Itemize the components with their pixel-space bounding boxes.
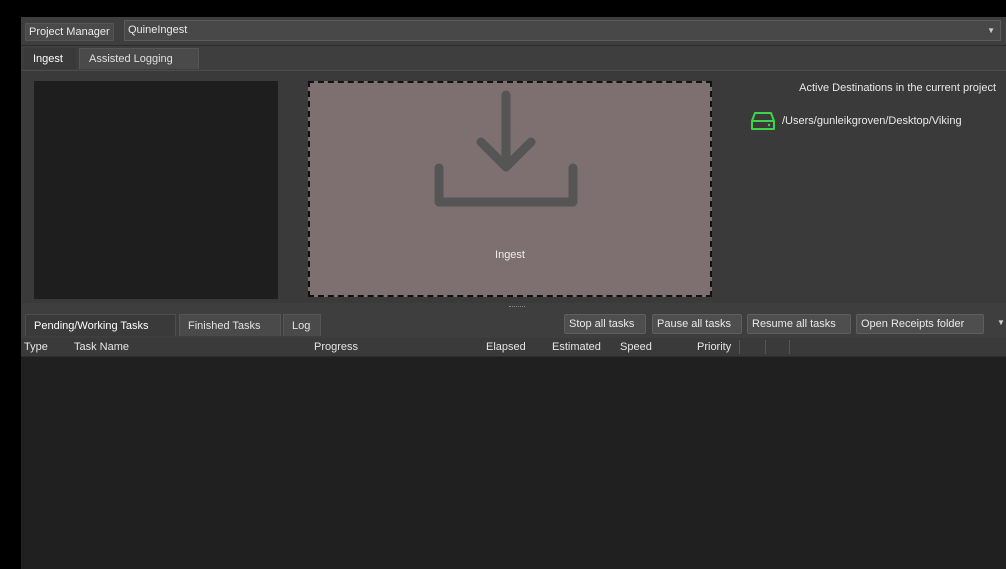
project-name: QuineIngest: [128, 24, 188, 36]
task-table-body: [21, 357, 1006, 569]
top-bar: Project Manager QuineIngest ▼: [21, 17, 1006, 46]
download-icon: [434, 90, 578, 207]
splitter-grip[interactable]: [509, 306, 525, 309]
project-manager-label: Project Manager: [25, 23, 114, 41]
ingest-panel: Ingest Active Destinations in the curren…: [21, 70, 1006, 303]
panel-splitter[interactable]: [21, 303, 1006, 313]
tab-log[interactable]: Log: [283, 314, 321, 336]
stop-all-tasks-button[interactable]: Stop all tasks: [564, 314, 646, 334]
preview-pane: [34, 81, 278, 299]
project-select[interactable]: QuineIngest ▼: [124, 20, 1001, 41]
resume-all-tasks-button[interactable]: Resume all tasks: [747, 314, 851, 334]
column-type[interactable]: Type: [24, 338, 48, 356]
column-task-name[interactable]: Task Name: [74, 338, 129, 356]
column-priority[interactable]: Priority: [697, 338, 731, 356]
column-estimated[interactable]: Estimated: [552, 338, 601, 356]
column-divider: [739, 340, 740, 354]
column-progress[interactable]: Progress: [314, 338, 358, 356]
column-divider: [765, 340, 766, 354]
chevron-down-icon[interactable]: ▼: [997, 318, 1005, 327]
top-tab-bar: Ingest Assisted Logging: [21, 48, 1006, 70]
destination-path: /Users/gunleikgroven/Desktop/Viking: [782, 115, 962, 127]
pause-all-tasks-button[interactable]: Pause all tasks: [652, 314, 742, 334]
column-elapsed[interactable]: Elapsed: [486, 338, 526, 356]
drive-icon: [751, 112, 775, 130]
tab-finished-tasks[interactable]: Finished Tasks: [179, 314, 281, 336]
tab-pending-working-tasks[interactable]: Pending/Working Tasks: [25, 314, 176, 336]
tab-ingest[interactable]: Ingest: [23, 48, 76, 69]
destinations-title: Active Destinations in the current proje…: [799, 82, 996, 94]
task-table-header: Type Task Name Progress Elapsed Estimate…: [21, 338, 1006, 357]
open-receipts-folder-button[interactable]: Open Receipts folder: [856, 314, 984, 334]
column-divider: [789, 340, 790, 354]
column-speed[interactable]: Speed: [620, 338, 652, 356]
chevron-down-icon[interactable]: ▼: [987, 21, 995, 40]
drop-zone-label: Ingest: [495, 249, 525, 261]
app-window: Project Manager QuineIngest ▼ Ingest Ass…: [21, 17, 1006, 569]
ingest-drop-zone[interactable]: Ingest: [308, 81, 712, 297]
task-tab-bar: Pending/Working Tasks Finished Tasks Log…: [21, 314, 1006, 336]
tab-assisted-logging[interactable]: Assisted Logging: [79, 48, 199, 69]
destination-item[interactable]: /Users/gunleikgroven/Desktop/Viking: [751, 111, 1006, 133]
